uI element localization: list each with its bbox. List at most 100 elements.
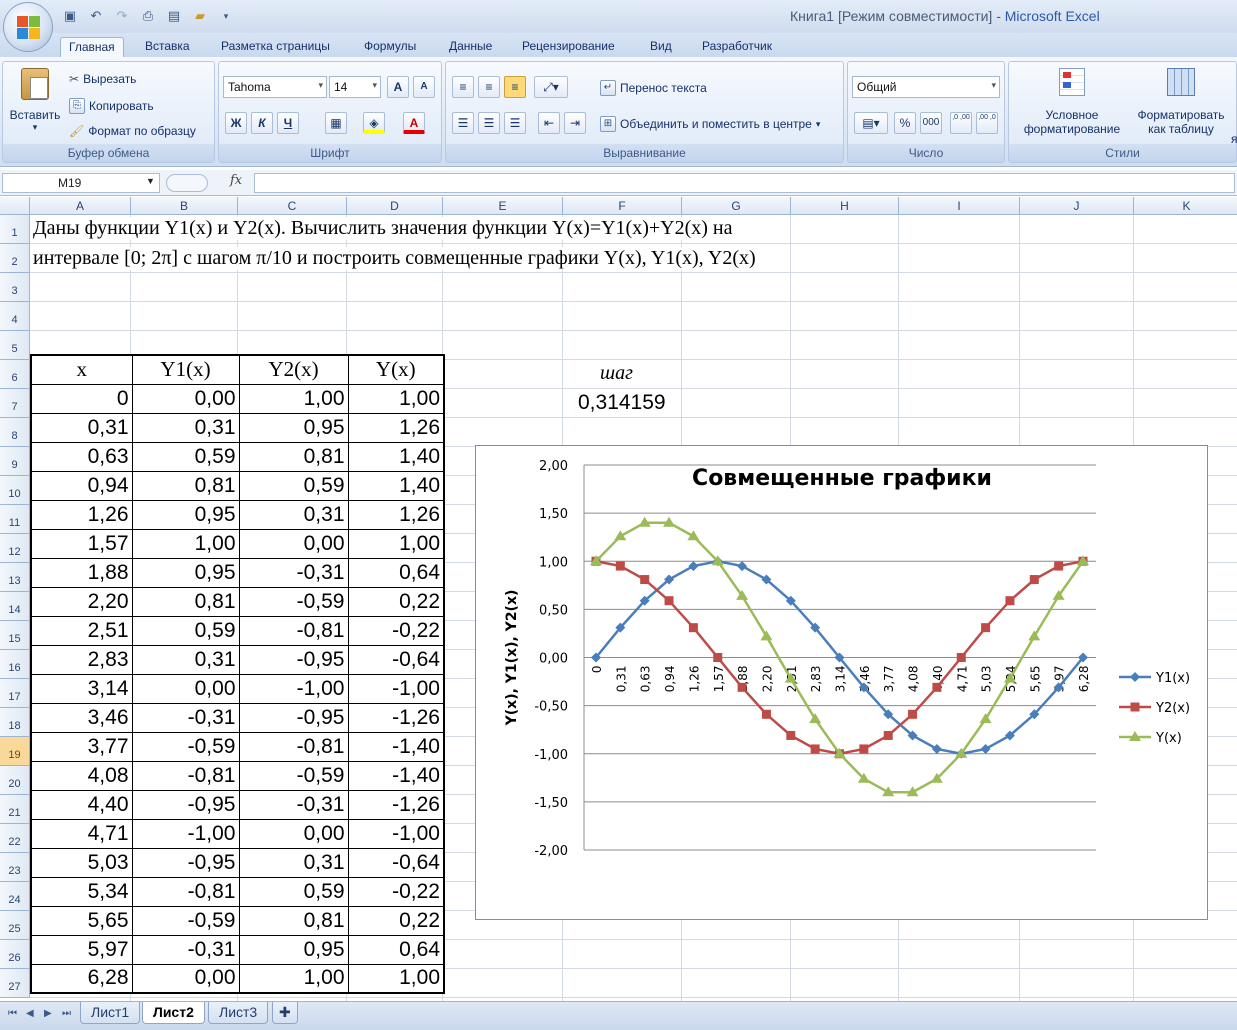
table-cell[interactable]: 4,71 <box>30 818 133 849</box>
table-cell[interactable]: -0,95 <box>238 702 349 733</box>
table-cell[interactable]: -0,59 <box>131 905 240 936</box>
name-box[interactable]: M19 <box>2 173 160 193</box>
wrap-text-button[interactable]: ↵ Перенос текста <box>600 80 707 96</box>
table-cell[interactable]: 0,81 <box>238 441 349 472</box>
sheet-tab-3[interactable]: Лист3 <box>208 1002 269 1024</box>
table-cell[interactable]: 0,31 <box>30 412 133 443</box>
table-cell[interactable]: 5,03 <box>30 847 133 878</box>
tab-home[interactable]: Главная <box>60 37 124 57</box>
column-header-d[interactable]: D <box>347 197 443 215</box>
row-header-4[interactable]: 4 <box>0 302 30 331</box>
font-color-icon[interactable]: A <box>403 112 425 134</box>
table-cell[interactable]: -0,31 <box>238 557 349 588</box>
header-y2[interactable]: Y2(x) <box>238 354 349 385</box>
table-cell[interactable]: 3,14 <box>30 673 133 704</box>
open-icon[interactable]: ▰ <box>190 7 210 25</box>
paste-button[interactable]: Вставить ▾ <box>7 68 63 138</box>
table-cell[interactable]: -1,26 <box>347 789 445 820</box>
row-header-27[interactable]: 27 <box>0 969 30 998</box>
row-header-6[interactable]: 6 <box>0 360 30 389</box>
table-cell[interactable]: 4,40 <box>30 789 133 820</box>
cut-button[interactable]: ✂ Вырезать <box>69 72 136 86</box>
row-header-25[interactable]: 25 <box>0 911 30 940</box>
row-header-22[interactable]: 22 <box>0 824 30 853</box>
row-header-1[interactable]: 1 <box>0 215 30 244</box>
table-cell[interactable]: -0,59 <box>131 731 240 762</box>
align-left-icon[interactable]: ☰ <box>452 112 474 134</box>
first-sheet-icon[interactable]: ⏮ <box>8 1008 17 1019</box>
row-header-19[interactable]: 19 <box>0 737 30 766</box>
table-cell[interactable]: -0,22 <box>347 876 445 907</box>
tab-developer[interactable]: Разработчик <box>694 37 780 57</box>
row-header-15[interactable]: 15 <box>0 621 30 650</box>
format-painter-button[interactable]: 🖌 Формат по образцу <box>69 124 196 138</box>
table-cell[interactable]: -1,26 <box>347 702 445 733</box>
name-box-dropdown-icon[interactable]: ▼ <box>146 176 155 186</box>
table-cell[interactable]: 2,83 <box>30 644 133 675</box>
column-header-k[interactable]: K <box>1134 197 1237 215</box>
table-cell[interactable]: 0,22 <box>347 905 445 936</box>
copy-button[interactable]: ⎘ Копировать <box>69 98 154 114</box>
table-cell[interactable]: 0,94 <box>30 470 133 501</box>
table-cell[interactable]: -0,95 <box>238 644 349 675</box>
print-preview-icon[interactable]: ⎙ <box>138 7 158 25</box>
table-cell[interactable]: 1,26 <box>347 412 445 443</box>
table-cell[interactable]: 0,95 <box>238 412 349 443</box>
column-header-b[interactable]: B <box>131 197 238 215</box>
select-all-corner[interactable] <box>0 197 30 215</box>
table-cell[interactable]: -0,31 <box>131 702 240 733</box>
table-cell[interactable]: 4,08 <box>30 760 133 791</box>
header-x[interactable]: x <box>30 354 133 385</box>
tab-insert[interactable]: Вставка <box>137 37 198 57</box>
table-cell[interactable]: 1,40 <box>347 470 445 501</box>
table-cell[interactable]: 0,64 <box>347 557 445 588</box>
decrease-decimal-button[interactable]: ,00 ,0 <box>976 112 998 134</box>
number-format-select[interactable]: Общий <box>852 76 1000 98</box>
table-cell[interactable]: 1,00 <box>347 963 445 994</box>
table-cell[interactable]: 0,00 <box>131 383 240 414</box>
table-cell[interactable]: 0,00 <box>131 673 240 704</box>
table-cell[interactable]: -0,31 <box>131 934 240 965</box>
table-cell[interactable]: -1,40 <box>347 731 445 762</box>
table-cell[interactable]: 0,31 <box>131 644 240 675</box>
table-cell[interactable]: -0,64 <box>347 847 445 878</box>
last-sheet-icon[interactable]: ⏭ <box>62 1008 71 1019</box>
redo-icon[interactable]: ↷ <box>112 7 132 25</box>
table-cell[interactable]: 0,22 <box>347 586 445 617</box>
align-top-icon[interactable]: ≡ <box>452 76 474 98</box>
font-name-select[interactable]: Tahoma <box>223 76 327 98</box>
office-button[interactable] <box>3 2 53 52</box>
column-header-j[interactable]: J <box>1020 197 1134 215</box>
table-cell[interactable]: -0,64 <box>347 644 445 675</box>
worksheet-grid[interactable]: ABCDEFGHIJK 1 2 3 4 5 6 7 8 9 10 11 12 13 14 15 16 17 18 1… <box>0 197 1237 1001</box>
table-cell[interactable]: -1,00 <box>131 818 240 849</box>
table-cell[interactable]: 2,20 <box>30 586 133 617</box>
column-header-e[interactable]: E <box>443 197 563 215</box>
table-cell[interactable]: 0 <box>30 383 133 414</box>
row-header-5[interactable]: 5 <box>0 331 30 360</box>
table-cell[interactable]: 0,59 <box>238 470 349 501</box>
column-header-i[interactable]: I <box>899 197 1020 215</box>
table-cell[interactable]: 0,81 <box>131 470 240 501</box>
table-cell[interactable]: -1,00 <box>347 673 445 704</box>
table-cell[interactable]: -0,81 <box>238 615 349 646</box>
merge-center-button[interactable]: ⊞ Объединить и поместить в центре ▾ <box>600 116 820 132</box>
table-cell[interactable]: 0,95 <box>131 499 240 530</box>
table-cell[interactable]: -0,22 <box>347 615 445 646</box>
format-as-table-button[interactable]: Форматировать как таблицу <box>1131 68 1231 136</box>
row-header-10[interactable]: 10 <box>0 476 30 505</box>
row-header-13[interactable]: 13 <box>0 563 30 592</box>
conditional-formatting-button[interactable]: Условное форматирование <box>1013 68 1131 136</box>
prev-sheet-icon[interactable]: ◀ <box>26 1008 34 1019</box>
table-cell[interactable]: 5,65 <box>30 905 133 936</box>
layout-icon[interactable]: ▤ <box>164 7 184 25</box>
table-cell[interactable]: 0,31 <box>238 847 349 878</box>
table-cell[interactable]: -0,59 <box>238 760 349 791</box>
insert-sheet-icon[interactable]: ✚ <box>272 1002 298 1024</box>
row-header-11[interactable]: 11 <box>0 505 30 534</box>
table-cell[interactable]: 3,46 <box>30 702 133 733</box>
column-header-f[interactable]: F <box>563 197 682 215</box>
table-cell[interactable]: 0,64 <box>347 934 445 965</box>
orientation-icon[interactable]: ⤢▾ <box>534 76 568 98</box>
table-cell[interactable]: 0,00 <box>238 528 349 559</box>
